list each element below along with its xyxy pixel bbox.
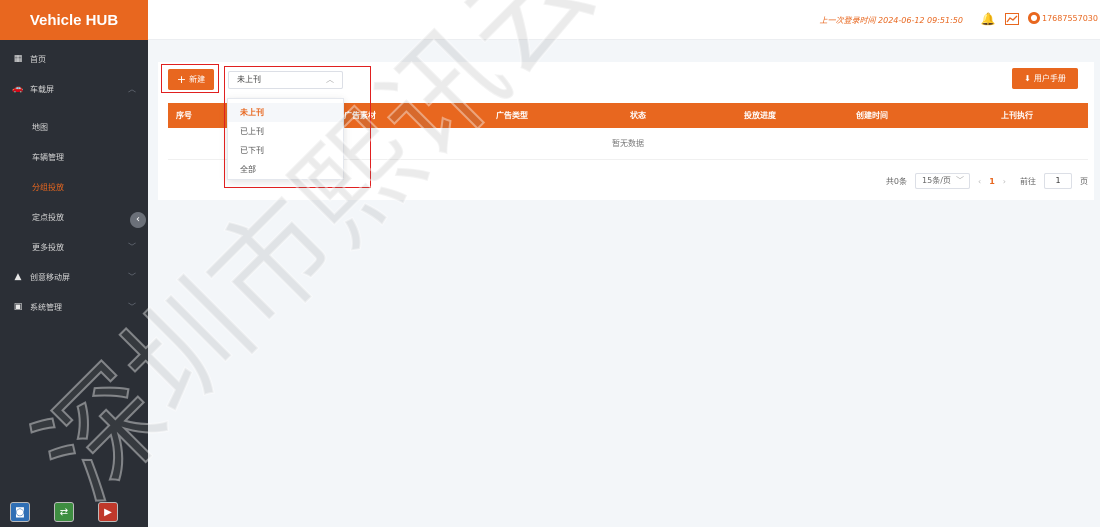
bell-icon[interactable]: 🔔 bbox=[980, 11, 996, 27]
chevron-down-icon: ﹀ bbox=[128, 302, 136, 312]
sidebar-item-label: 车辆管理 bbox=[32, 152, 64, 162]
sidebar-item-home[interactable]: ▦ 首页 bbox=[0, 44, 148, 74]
collapse-sidebar-button[interactable]: ‹ bbox=[130, 212, 146, 228]
sidebar-item-map[interactable]: 地图 bbox=[0, 112, 148, 142]
chart-icon[interactable] bbox=[1004, 11, 1020, 27]
sidebar-nav: ▦ 首页 🚗 车载屏 ︿ 地图 车辆管理 分组投放 定点投放 更多投放 ﹀ ▲ … bbox=[0, 44, 148, 322]
highlight-box-select bbox=[224, 66, 371, 188]
sidebar: Vehicle HUB ▦ 首页 🚗 车载屏 ︿ 地图 车辆管理 分组投放 定点… bbox=[0, 0, 148, 527]
username: 17687557030 bbox=[1042, 13, 1098, 23]
user-manual-label: 用户手册 bbox=[1033, 74, 1066, 83]
sidebar-item-more-delivery[interactable]: 更多投放 ﹀ bbox=[0, 232, 148, 262]
download-icon: ⬇ bbox=[1024, 74, 1031, 83]
sidebar-item-label: 系统管理 bbox=[30, 302, 62, 312]
column-header[interactable]: 状态 bbox=[630, 103, 646, 128]
user-menu[interactable]: ● 17687557030 bbox=[1028, 12, 1098, 24]
chevron-down-icon: ﹀ bbox=[956, 176, 965, 185]
grid-icon: ▦ bbox=[13, 54, 23, 64]
total-count: 共0条 bbox=[885, 176, 908, 186]
highlight-box-new bbox=[161, 64, 219, 93]
goto-page-input[interactable]: 1 bbox=[1044, 173, 1072, 189]
sidebar-item-vehicle-screen[interactable]: 🚗 车载屏 ︿ bbox=[0, 74, 148, 104]
page-size-value: 15条/页 bbox=[922, 176, 951, 185]
car-icon: 🚗 bbox=[12, 84, 24, 94]
page-size-select[interactable]: 15条/页 ﹀ bbox=[915, 173, 971, 189]
sidebar-item-label: 首页 bbox=[30, 54, 46, 64]
user-manual-button[interactable]: ⬇ 用户手册 bbox=[1012, 68, 1078, 89]
goto-label: 前往 bbox=[1020, 176, 1036, 186]
prev-page-icon[interactable]: ‹ bbox=[978, 177, 981, 186]
sidebar-item-creative-mobile-screen[interactable]: ▲ 创意移动屏 ﹀ bbox=[0, 262, 148, 292]
chart-icon-svg bbox=[1005, 13, 1019, 25]
app-logo[interactable]: Vehicle HUB bbox=[0, 0, 148, 40]
sidebar-item-system-management[interactable]: ▣ 系统管理 ﹀ bbox=[0, 292, 148, 322]
column-header[interactable]: 投放进度 bbox=[744, 103, 776, 128]
column-header[interactable]: 广告类型 bbox=[496, 103, 528, 128]
sidebar-item-fixed-point-delivery[interactable]: 定点投放 bbox=[0, 202, 148, 232]
home-icon: ▲ bbox=[14, 272, 22, 282]
column-header[interactable]: 创建时间 bbox=[856, 103, 888, 128]
sidebar-item-label: 车载屏 bbox=[30, 84, 54, 94]
next-page-icon[interactable]: › bbox=[1003, 177, 1006, 186]
top-header: 上一次登录时间 2024-06-12 09:51:50 🔔 ● 17687557… bbox=[148, 0, 1100, 40]
chevron-down-icon: ﹀ bbox=[128, 242, 136, 252]
sidebar-item-label: 定点投放 bbox=[32, 212, 64, 222]
chevron-up-icon: ︿ bbox=[128, 84, 136, 94]
page-suffix: 页 bbox=[1080, 176, 1088, 186]
system-icon: ▣ bbox=[13, 302, 23, 312]
sidebar-item-group-delivery[interactable]: 分组投放 bbox=[0, 172, 148, 202]
last-login-time: 上一次登录时间 2024-06-12 09:51:50 bbox=[819, 16, 963, 25]
pagination: 共0条 15条/页 ﹀ ‹ 1 › 前往 1 页 bbox=[886, 173, 1088, 189]
camera-app-icon[interactable]: ◙ bbox=[10, 502, 30, 522]
column-header[interactable]: 上刊执行 bbox=[1001, 103, 1033, 128]
column-header[interactable]: 序号 bbox=[176, 103, 192, 128]
sidebar-item-label: 地图 bbox=[32, 122, 48, 132]
media-app-icon[interactable]: ▶ bbox=[98, 502, 118, 522]
sidebar-item-label: 更多投放 bbox=[32, 242, 64, 252]
bottom-app-icons: ◙ ⇄ ▶ bbox=[10, 502, 118, 522]
current-page[interactable]: 1 bbox=[989, 177, 995, 186]
share-app-icon[interactable]: ⇄ bbox=[54, 502, 74, 522]
sidebar-item-vehicle-management[interactable]: 车辆管理 bbox=[0, 142, 148, 172]
sidebar-item-label: 分组投放 bbox=[32, 182, 64, 192]
user-avatar-icon: ● bbox=[1028, 12, 1040, 24]
chevron-down-icon: ﹀ bbox=[128, 272, 136, 282]
sidebar-item-label: 创意移动屏 bbox=[30, 272, 70, 282]
